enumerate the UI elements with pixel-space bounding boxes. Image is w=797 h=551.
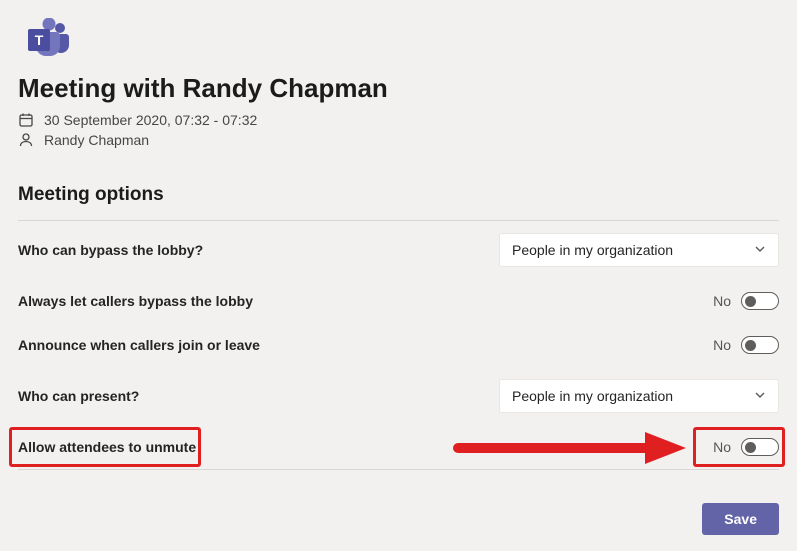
meeting-datetime: 30 September 2020, 07:32 - 07:32 <box>44 112 257 128</box>
option-row-announce: Announce when callers join or leave No <box>18 323 779 367</box>
option-label: Who can present? <box>18 388 139 404</box>
meeting-organizer: Randy Chapman <box>44 132 149 148</box>
present-select[interactable]: People in my organization <box>499 379 779 413</box>
announce-toggle[interactable] <box>741 336 779 354</box>
option-row-bypass-lobby: Who can bypass the lobby? People in my o… <box>18 221 779 279</box>
option-label: Who can bypass the lobby? <box>18 242 203 258</box>
divider <box>18 469 779 470</box>
bypass-lobby-select[interactable]: People in my organization <box>499 233 779 267</box>
svg-text:T: T <box>35 32 44 48</box>
toggle-state-label: No <box>713 337 731 353</box>
toggle-state-label: No <box>713 293 731 309</box>
toggle-state-label: No <box>713 439 731 455</box>
chevron-down-icon <box>754 388 766 404</box>
calendar-icon <box>18 112 34 128</box>
meeting-datetime-row: 30 September 2020, 07:32 - 07:32 <box>18 112 779 128</box>
section-heading: Meeting options <box>18 184 779 206</box>
chevron-down-icon <box>754 242 766 258</box>
option-row-callers-bypass: Always let callers bypass the lobby No <box>18 279 779 323</box>
teams-logo-icon: T <box>18 18 66 54</box>
meeting-title: Meeting with Randy Chapman <box>18 73 779 104</box>
callers-bypass-toggle[interactable] <box>741 292 779 310</box>
option-label: Allow attendees to unmute <box>18 439 196 455</box>
option-label: Always let callers bypass the lobby <box>18 293 253 309</box>
option-label: Announce when callers join or leave <box>18 337 260 353</box>
select-value: People in my organization <box>512 388 673 404</box>
meeting-organizer-row: Randy Chapman <box>18 132 779 148</box>
option-row-unmute: Allow attendees to unmute No <box>18 425 779 469</box>
person-icon <box>18 132 34 148</box>
option-row-present: Who can present? People in my organizati… <box>18 367 779 425</box>
select-value: People in my organization <box>512 242 673 258</box>
save-button[interactable]: Save <box>702 503 779 535</box>
unmute-toggle[interactable] <box>741 438 779 456</box>
